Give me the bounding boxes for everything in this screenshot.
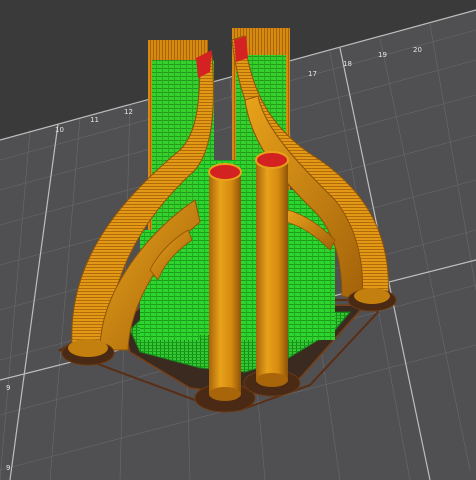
tick-label: 10 — [55, 126, 64, 134]
tick-label: 18 — [343, 60, 352, 68]
right-arm-top-cap — [234, 36, 248, 62]
gcode-preview-viewport[interactable]: 10 11 12 17 18 19 20 9 9 — [0, 0, 476, 480]
tick-label: 19 — [378, 51, 387, 59]
tick-label: 9 — [6, 464, 10, 472]
tick-label: 11 — [90, 116, 99, 124]
tick-label: 20 — [413, 46, 422, 54]
tick-label: 17 — [308, 70, 317, 78]
tick-label: 12 — [124, 108, 133, 116]
print-preview-scene[interactable]: 10 11 12 17 18 19 20 9 9 — [0, 0, 476, 480]
tick-label: 9 — [6, 384, 10, 392]
